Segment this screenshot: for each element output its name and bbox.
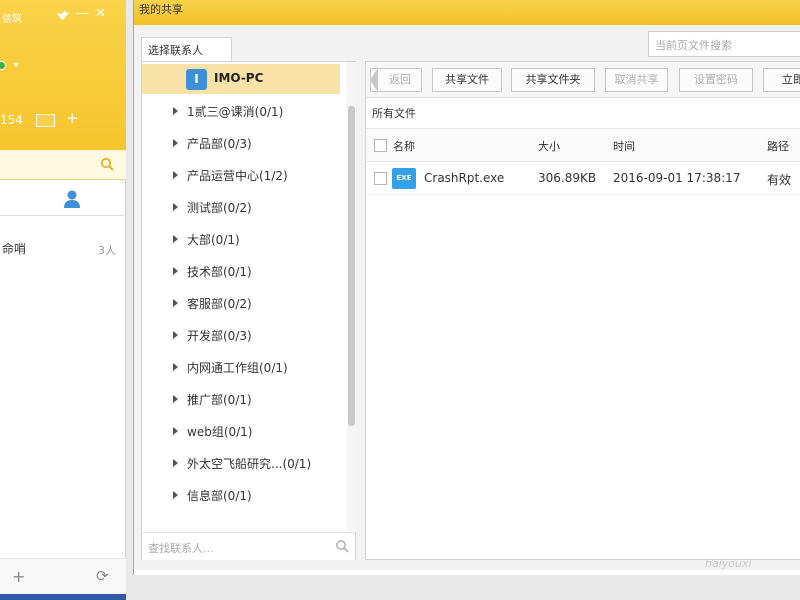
dept-item[interactable]: 外太空飞船研究...(0/1) [142,448,340,478]
window-title: 我的共享 [139,3,183,16]
set-password-button[interactable]: 设置密码 [679,68,753,92]
status-dropdown-icon[interactable] [13,63,19,67]
dept-item[interactable]: 产品部(0/3) [142,128,340,158]
im-group-name: 命哨 [2,242,27,256]
table-row[interactable]: EXE CrashRpt.exe 306.89KB 2016-09-01 17:… [366,162,800,195]
share-titlebar[interactable]: 我的共享 [134,0,800,25]
im-user-number: 154 [0,113,23,127]
dept-label: 内网通工作组(0/1) [187,361,288,375]
dept-label: 外太空飞船研究...(0/1) [187,457,312,471]
expand-arrow-icon[interactable] [173,427,178,435]
taskbar-strip [0,594,126,600]
root-node-label: IMO-PC [214,71,264,85]
file-size: 306.89KB [538,171,597,185]
im-top-label: 信筑 [2,14,22,25]
contact-panel: I IMO-PC 1贰三@课消(0/1) 产品部(0/3) 产品运营中心(1/2… [141,61,356,560]
refresh-icon[interactable]: ⟳ [96,567,109,585]
add-icon[interactable]: + [12,567,25,586]
dept-label: 信息部(0/1) [187,489,252,503]
im-group-row[interactable]: 命哨 3人 [0,236,126,266]
bird-icon[interactable] [56,9,70,21]
column-header-size[interactable]: 大小 [538,138,560,154]
share-folder-button[interactable]: 共享文件夹 [511,68,595,92]
tab-select-contacts[interactable]: 选择联系人 [141,37,232,61]
contact-search-placeholder: 查找联系人... [148,542,214,555]
expand-arrow-icon[interactable] [173,107,178,115]
immediate-button[interactable]: 立即 [763,68,800,92]
expand-arrow-icon[interactable] [173,171,178,179]
column-header-time[interactable]: 时间 [613,138,635,154]
column-header-path[interactable]: 路径 [767,138,789,154]
dept-item[interactable]: 开发部(0/3) [142,320,340,350]
expand-arrow-icon[interactable] [173,267,178,275]
add-icon[interactable]: + [66,109,79,127]
dept-item[interactable]: 技术部(0/1) [142,256,340,286]
dept-label: 技术部(0/1) [187,265,252,279]
scrollbar-thumb[interactable] [348,106,355,426]
contacts-tab-icon[interactable] [62,189,84,209]
close-icon[interactable]: ✕ [95,6,106,21]
dept-item[interactable]: web组(0/1) [142,416,340,446]
dept-label: 客服部(0/2) [187,297,252,311]
dept-label: 推广部(0/1) [187,393,252,407]
mail-icon[interactable] [36,114,55,127]
im-header: 信筑 — ✕ 154 + [0,0,126,150]
file-search-input[interactable]: 当前页文件搜索 [648,31,800,57]
file-time: 2016-09-01 17:38:17 [613,171,741,185]
computer-icon: I [186,69,207,90]
dept-label: 1贰三@课消(0/1) [187,105,284,119]
file-panel: 返回 共享文件 共享文件夹 取消共享 设置密码 立即 所有文件 名称 大小 时间… [365,61,800,560]
minimize-icon[interactable]: — [76,6,89,21]
online-status-icon[interactable] [0,61,6,70]
expand-arrow-icon[interactable] [173,395,178,403]
file-path: 有效 [767,173,792,187]
dept-label: 大部(0/1) [187,233,240,247]
file-table-header: 名称 大小 时间 路径 [366,128,800,162]
cancel-share-button[interactable]: 取消共享 [605,68,668,92]
share-file-button[interactable]: 共享文件 [432,68,502,92]
contact-scrollbar[interactable] [347,62,356,532]
dept-item[interactable]: 1贰三@课消(0/1) [142,96,340,126]
expand-arrow-icon[interactable] [173,331,178,339]
dept-item[interactable]: 推广部(0/1) [142,384,340,414]
dept-label: 产品运营中心(1/2) [187,169,288,183]
dept-item[interactable]: 内网通工作组(0/1) [142,352,340,382]
file-toolbar: 返回 共享文件 共享文件夹 取消共享 设置密码 立即 [366,62,800,98]
dept-label: 测试部(0/2) [187,201,252,215]
dept-item[interactable]: 测试部(0/2) [142,192,340,222]
im-main-panel: 信筑 — ✕ 154 + 命哨 3人 + ⟳ [0,0,126,600]
dept-item[interactable]: 大部(0/1) [142,224,340,254]
contact-search-input[interactable]: 查找联系人... [142,532,355,560]
dept-label: 开发部(0/3) [187,329,252,343]
im-tabs [0,182,126,216]
select-all-checkbox[interactable] [374,139,387,152]
column-header-name[interactable]: 名称 [393,138,415,154]
expand-arrow-icon[interactable] [173,299,178,307]
expand-arrow-icon[interactable] [173,203,178,211]
search-icon[interactable] [100,157,114,171]
expand-arrow-icon[interactable] [173,139,178,147]
im-footer: + ⟳ [0,558,126,594]
contact-tree: I IMO-PC 1贰三@课消(0/1) 产品部(0/3) 产品运营中心(1/2… [142,62,347,532]
expand-arrow-icon[interactable] [173,459,178,467]
dept-label: web组(0/1) [187,425,253,439]
file-name: CrashRpt.exe [424,171,505,185]
watermark: haiyouxi [705,557,752,570]
dept-label: 产品部(0/3) [187,137,252,151]
share-window: 我的共享 选择联系人 当前页文件搜索 I IMO-PC 1贰三@课消(0/1) … [133,0,800,575]
dept-item[interactable]: 产品运营中心(1/2) [142,160,340,190]
expand-arrow-icon[interactable] [173,235,178,243]
search-icon[interactable] [335,539,349,553]
dept-item[interactable]: 信息部(0/1) [142,480,340,510]
im-group-count: 3人 [98,244,116,257]
exe-file-icon: EXE [392,168,416,189]
dept-item[interactable]: 客服部(0/2) [142,288,340,318]
im-search-bar[interactable] [0,150,126,180]
contact-root-node[interactable]: I IMO-PC [142,64,340,94]
expand-arrow-icon[interactable] [173,491,178,499]
row-checkbox[interactable] [374,172,387,185]
breadcrumb: 所有文件 [372,107,416,120]
back-button[interactable]: 返回 [370,68,422,92]
expand-arrow-icon[interactable] [173,363,178,371]
